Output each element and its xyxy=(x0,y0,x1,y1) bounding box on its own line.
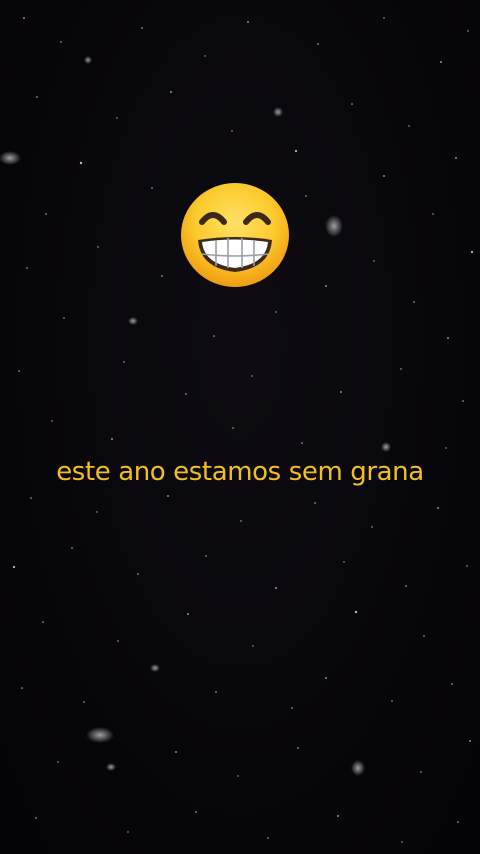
grinning-face-icon xyxy=(180,182,290,288)
starfield-background xyxy=(0,17,474,843)
video-frame[interactable]: este ano estamos sem grana xyxy=(0,0,480,854)
video-caption: este ano estamos sem grana xyxy=(56,457,424,487)
